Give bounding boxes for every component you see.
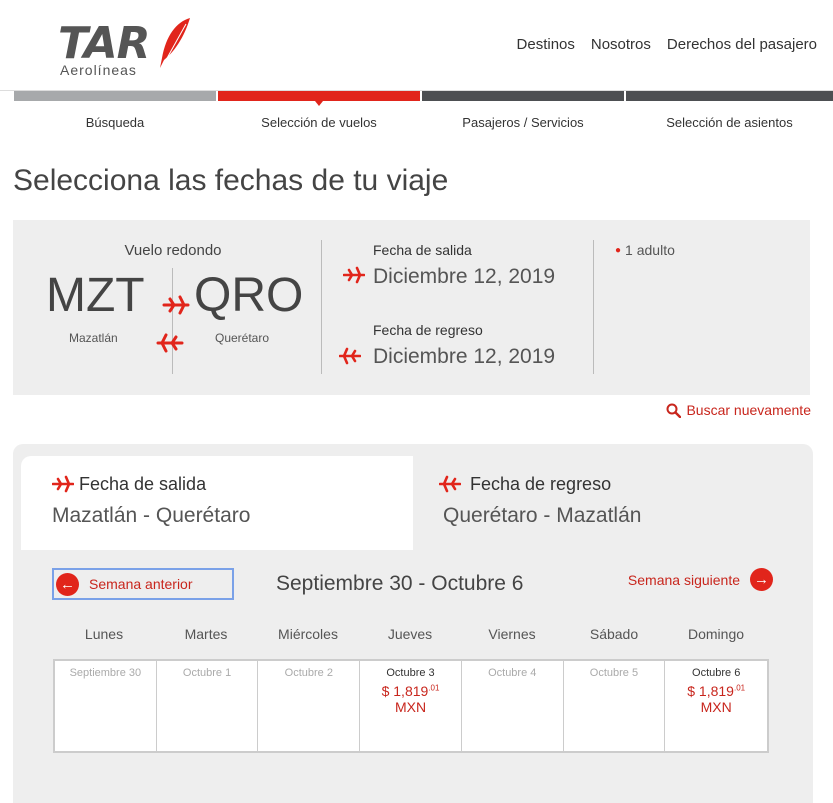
tab-departure-route: Mazatlán - Querétaro <box>52 504 251 527</box>
search-again-link[interactable]: Buscar nuevamente <box>666 402 811 418</box>
nav-derechos[interactable]: Derechos del pasajero <box>667 36 817 53</box>
origin-city: Mazatlán <box>69 331 118 345</box>
departure-label: Fecha de salida <box>373 242 472 258</box>
return-label: Fecha de regreso <box>373 322 483 338</box>
price-amount: $ 1,819 <box>687 683 734 699</box>
tab-return[interactable]: Fecha de regreso Querétaro - Mazatlán <box>413 456 813 550</box>
day-date: Octubre 5 <box>589 667 639 679</box>
day-date: Octubre 4 <box>488 667 537 679</box>
step-bar-active <box>218 91 420 101</box>
page-title: Selecciona las fechas de tu viaje <box>13 164 449 197</box>
logo-subtitle: Aerolíneas <box>60 62 137 78</box>
departure-tab-plane-icon <box>52 475 74 493</box>
step-label: Búsqueda <box>85 115 145 130</box>
summary-divider-right <box>593 240 594 374</box>
step-busqueda[interactable]: Búsqueda <box>14 91 216 141</box>
calendar-day: Octubre 4 <box>462 661 564 751</box>
calendar-day-available[interactable]: Octubre 3 $ 1,819.01 MXN <box>360 661 462 751</box>
step-bar <box>422 91 624 101</box>
departure-plane-icon <box>162 295 190 315</box>
departure-date-plane-icon <box>343 266 365 284</box>
nav-destinos[interactable]: Destinos <box>517 36 575 53</box>
previous-week-label: Semana anterior <box>89 576 193 592</box>
step-asientos: Selección de asientos <box>626 91 833 141</box>
site-header: TAR Aerolíneas Destinos Nosotros Derecho… <box>0 0 833 91</box>
tab-return-route: Querétaro - Mazatlán <box>443 504 642 527</box>
calendar-day: Octubre 2 <box>258 661 361 751</box>
calendar-week: Septiembre 30 Octubre 1 Octubre 2 Octubr… <box>53 659 769 753</box>
price-cents: .01 <box>428 683 440 693</box>
weekday-label: Miércoles <box>278 626 338 642</box>
departure-date: Diciembre 12, 2019 <box>373 265 556 288</box>
passenger-text: 1 adulto <box>625 242 675 258</box>
weekday-label: Martes <box>184 626 228 642</box>
tar-logo[interactable]: TAR Aerolíneas <box>58 16 198 80</box>
weekday-header: Lunes Martes Miércoles Jueves Viernes Sá… <box>53 626 769 642</box>
next-week-label: Semana siguiente <box>627 571 740 588</box>
destination-city: Querétaro <box>215 331 270 345</box>
trip-type: Vuelo redondo <box>124 242 222 259</box>
day-date: Octubre 3 <box>386 667 435 679</box>
day-date: Octubre 1 <box>182 667 232 679</box>
price-amount: $ 1,819 <box>381 683 429 699</box>
tab-departure[interactable]: Fecha de salida Mazatlán - Querétaro <box>21 456 413 550</box>
price-cents: .01 <box>733 683 746 693</box>
weekday-label: Lunes <box>84 626 124 642</box>
step-bar <box>14 91 216 101</box>
price-currency: MXN <box>394 699 427 715</box>
day-price: $ 1,819.01 <box>665 683 767 699</box>
week-range: Septiembre 30 - Octubre 6 <box>276 572 524 595</box>
flight-calendar-panel: Fecha de salida Mazatlán - Querétaro Fec… <box>13 444 813 803</box>
feather-icon <box>160 18 190 68</box>
step-label: Pasajeros / Servicios <box>462 115 584 130</box>
arrow-left-icon: ← <box>56 572 79 596</box>
destination-code: QRO <box>194 269 304 322</box>
return-date-plane-icon <box>339 347 361 365</box>
weekday-label: Domingo <box>687 626 745 642</box>
calendar-day-available[interactable]: Octubre 6 $ 1,819.01 MXN <box>665 661 767 751</box>
day-date: Octubre 6 <box>692 667 741 679</box>
route-divider <box>172 268 173 374</box>
week-navigation: ← Semana anterior Septiembre 30 - Octubr… <box>13 564 813 604</box>
weekday-label: Jueves <box>387 626 433 642</box>
origin-code: MZT <box>46 269 145 322</box>
weekday-label: Sábado <box>589 626 639 642</box>
bullet-icon: ● <box>615 245 622 256</box>
booking-steps: Búsqueda Selección de vuelos Pasajeros /… <box>14 91 833 141</box>
day-date: Septiembre 30 <box>69 667 142 679</box>
previous-week-button[interactable]: ← Semana anterior <box>52 568 234 600</box>
nav-nosotros[interactable]: Nosotros <box>591 36 651 53</box>
tab-return-title: Fecha de regreso <box>470 474 612 494</box>
day-price: $ 1,819.01 <box>360 683 461 699</box>
calendar-day: Septiembre 30 <box>55 661 157 751</box>
main-nav: Destinos Nosotros Derechos del pasajero <box>517 36 817 53</box>
tab-departure-title: Fecha de salida <box>79 474 207 494</box>
step-label: Selección de asientos <box>666 115 793 130</box>
passenger-count: ● 1 adulto <box>615 242 675 258</box>
day-date: Octubre 2 <box>284 667 333 679</box>
step-pasajeros: Pasajeros / Servicios <box>422 91 624 141</box>
price-currency: MXN <box>700 699 732 715</box>
calendar-day: Octubre 1 <box>157 661 259 751</box>
search-again-label: Buscar nuevamente <box>686 402 811 418</box>
trip-summary: Vuelo redondo MZT QRO Mazatlán Querétaro… <box>13 220 810 395</box>
step-pointer <box>315 101 323 106</box>
step-label: Selección de vuelos <box>261 115 377 130</box>
weekday-label: Viernes <box>488 626 536 642</box>
return-plane-icon <box>156 333 184 353</box>
calendar-day: Octubre 5 <box>564 661 666 751</box>
summary-divider <box>321 240 322 374</box>
step-bar <box>626 91 833 101</box>
step-seleccion-vuelos[interactable]: Selección de vuelos <box>218 91 420 141</box>
next-week-button[interactable]: Semana siguiente → <box>628 568 773 591</box>
arrow-right-icon: → <box>750 568 773 591</box>
search-icon <box>666 403 682 418</box>
return-tab-plane-icon <box>439 475 461 493</box>
return-date: Diciembre 12, 2019 <box>373 345 556 368</box>
